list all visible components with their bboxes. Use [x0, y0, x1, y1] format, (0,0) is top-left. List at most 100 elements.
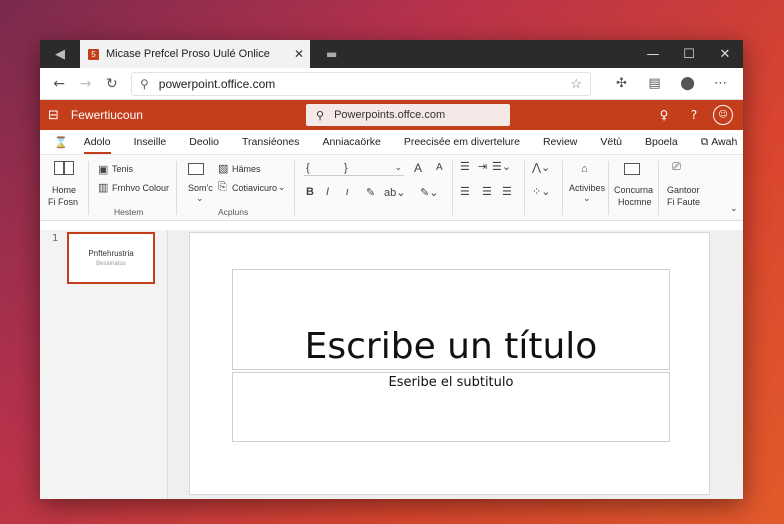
tenis-button[interactable]: Tenis [112, 164, 133, 174]
new-slide-label[interactable]: Home [52, 185, 76, 195]
ribbon-divider [294, 161, 295, 215]
align-left-icon[interactable]: ☰ [460, 185, 470, 198]
new-tab-icon[interactable]: ▬ [326, 47, 337, 61]
maximize-icon[interactable]: ☐ [671, 40, 707, 68]
ribbon-divider [452, 161, 453, 215]
cotiavicuro-button[interactable]: Cotiavicuro [232, 183, 277, 193]
tab-share[interactable]: ⧉ Awah [701, 130, 738, 155]
tab-transitions[interactable]: Transiéones [242, 130, 299, 155]
reset-icon: ▥ [98, 182, 109, 194]
star-icon[interactable]: ☆ [570, 76, 582, 92]
tab-back-icon[interactable]: ◀ [40, 40, 80, 68]
grow-font-icon[interactable]: A [414, 161, 422, 175]
tab-view[interactable]: Vëtù [600, 130, 622, 155]
chevron-down-icon[interactable]: ⌄ [278, 182, 286, 193]
shape-icon[interactable] [188, 163, 204, 175]
url-text: powerpoint.office.com [158, 76, 276, 91]
header-icons: ♀ ? ☺ [649, 100, 733, 130]
bullets-icon[interactable]: ☰ [460, 160, 470, 173]
slide-number: 1 [52, 233, 59, 244]
browser-tab[interactable]: 5 Micase Prefcel Proso Uulé Onlice ✕ [80, 40, 310, 68]
ribbon: Home Fi Fosn ▣ Tenis ▥ Frnhvo Colour Hes… [40, 155, 743, 221]
tab-share-label: Awah [711, 136, 738, 148]
ribbon-divider [608, 161, 609, 215]
tab-design[interactable]: Deolio [189, 130, 219, 155]
tab-slideshow[interactable]: Preecisée em divertelure [404, 130, 520, 155]
chevron-down-icon[interactable]: ⌄ [583, 193, 591, 204]
concurna-sublabel: Hocmne [618, 197, 652, 207]
lightbulb-icon[interactable]: ♀ [649, 108, 679, 122]
tab-title: Micase Prefcel Proso Uulé Onlice [106, 48, 270, 60]
colour-button[interactable]: Frnhvo Colour [112, 183, 169, 193]
ribbon-expand-icon[interactable]: ⌄ [730, 203, 738, 214]
gantoor-label[interactable]: Gantoor [667, 185, 700, 195]
shrink-font-icon[interactable]: A [436, 162, 443, 173]
tab-animations[interactable]: Anniacaörke [322, 130, 380, 155]
align-center-icon[interactable]: ☰ [482, 185, 492, 198]
search-icon: ⚲ [316, 109, 325, 122]
app-search-input[interactable]: ⚲ Powerpoints.offce.com [306, 104, 510, 126]
search-icon: ⚲ [139, 76, 149, 91]
font-color-icon[interactable]: ✎⌄ [420, 186, 438, 199]
address-bar: ← → ↻ ⚲ powerpoint.office.com ☆ ✣ ▤ ⬤ ⋯ [40, 68, 743, 100]
font-family-select[interactable]: { } ⌄ [304, 162, 404, 176]
font-family-brace-close-icon: } [344, 162, 348, 174]
app-search-text: Powerpoints.offce.com [334, 109, 446, 121]
bold-icon[interactable]: B [306, 186, 314, 198]
shield-icon[interactable]: ⬤ [671, 70, 704, 98]
reader-icon[interactable]: ▤ [638, 70, 671, 98]
align-right-icon[interactable]: ☰ [502, 185, 512, 198]
numbering-icon[interactable]: ☰⌄ [492, 160, 511, 173]
minimize-icon[interactable]: — [635, 40, 671, 68]
strikethrough-icon[interactable]: ab⌄ [384, 186, 405, 199]
chevron-down-icon[interactable]: ⌄ [196, 193, 204, 204]
powerpoint-favicon-icon: 5 [88, 48, 99, 60]
tab-close-icon[interactable]: ✕ [294, 47, 304, 61]
indent-icon[interactable]: ⇥ [478, 160, 487, 173]
extension-icon[interactable]: ✣ [605, 70, 638, 98]
concurna-label[interactable]: Concurna [614, 185, 653, 195]
forward-arrow-icon[interactable]: → [72, 70, 98, 98]
app-header: ⊟ Fewertiucoun ⚲ Powerpoints.offce.com ♀… [40, 100, 743, 130]
subtitle-placeholder-text: Eseribe el subtitulo [388, 375, 514, 390]
italic-icon[interactable]: I [326, 186, 329, 198]
ribbon-divider [562, 161, 563, 215]
title-placeholder[interactable]: Escribe un título [232, 269, 670, 370]
underline-icon[interactable]: ι [346, 186, 348, 198]
subtitle-placeholder[interactable]: Eseribe el subtitulo [232, 372, 670, 442]
tab-help[interactable]: Bpoela [645, 130, 678, 155]
back-arrow-icon[interactable]: ← [46, 70, 72, 98]
slide-thumbnail[interactable]: Pnftehrustria Besionatus [67, 232, 155, 284]
tab-review[interactable]: Review [543, 130, 577, 155]
activities-icon[interactable]: ⌂ [581, 163, 588, 175]
browser-window: ◀ 5 Micase Prefcel Proso Uulé Onlice ✕ ▬… [40, 40, 743, 499]
somc-button[interactable]: Som'c [188, 183, 213, 193]
new-slide-icon[interactable] [52, 161, 76, 177]
chevron-down-icon: ⌄ [394, 162, 402, 172]
thumbnail-subtitle: Besionatus [96, 261, 126, 267]
help-icon[interactable]: ? [679, 108, 709, 122]
app-launcher-icon[interactable]: ⊟ [48, 108, 59, 123]
avatar[interactable]: ☺ [713, 105, 733, 125]
group-label-acpluns: Acpluns [218, 207, 249, 217]
designer-icon[interactable] [624, 163, 640, 175]
ribbon-divider [176, 161, 177, 215]
url-input[interactable]: ⚲ powerpoint.office.com ☆ [130, 71, 591, 96]
dictate-icon[interactable]: ⎚ [672, 161, 681, 174]
thumbnail-title: Pnftehrustria [88, 249, 134, 258]
close-window-icon[interactable]: ✕ [707, 40, 743, 68]
reload-icon[interactable]: ↻ [99, 70, 125, 98]
activities-button[interactable]: Activibes [569, 183, 605, 193]
more-icon[interactable]: ⋯ [704, 70, 737, 98]
tab-insert[interactable]: Inseille [134, 130, 167, 155]
draw-icon[interactable]: ⋀⌄ [532, 161, 550, 174]
hames-button[interactable]: Hämes [232, 164, 261, 174]
highlight-icon[interactable]: ✎ [366, 186, 375, 199]
ribbon-tab-bar: ⌛ Adolo Inseille Deolio Transiéones Anni… [40, 130, 743, 155]
file-tab-icon[interactable]: ⌛ [54, 130, 68, 155]
browser-tab-bar: ◀ 5 Micase Prefcel Proso Uulé Onlice ✕ ▬… [40, 40, 743, 68]
copy-icon: ⎘ [218, 181, 227, 193]
tab-home[interactable]: Adolo [83, 130, 111, 155]
arrange-icon[interactable]: ⁘⌄ [532, 185, 550, 198]
ribbon-divider [524, 161, 525, 215]
